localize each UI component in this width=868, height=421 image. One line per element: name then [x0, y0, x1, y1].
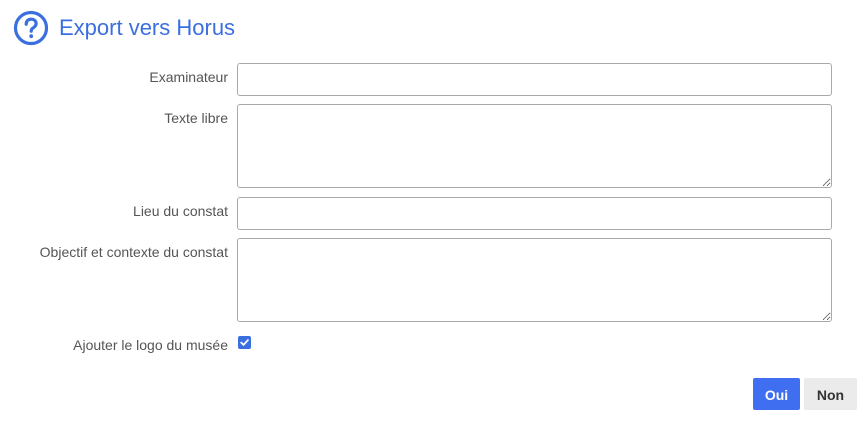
- dialog-title: Export vers Horus: [59, 15, 236, 40]
- examinateur-input[interactable]: [237, 63, 832, 96]
- objectif-contexte-textarea[interactable]: [237, 238, 832, 322]
- texte-libre-label: Texte libre: [164, 110, 228, 126]
- oui-button[interactable]: Oui: [753, 378, 800, 410]
- checkmark-icon: [240, 339, 249, 346]
- objectif-contexte-label: Objectif et contexte du constat: [39, 244, 228, 260]
- dialog-header: Export vers Horus: [13, 10, 235, 46]
- ajouter-logo-label: Ajouter le logo du musée: [73, 337, 228, 353]
- help-circle-icon: [13, 10, 49, 46]
- lieu-du-constat-label: Lieu du constat: [133, 203, 228, 219]
- texte-libre-textarea[interactable]: [237, 104, 832, 188]
- ajouter-logo-checkbox[interactable]: [238, 336, 251, 349]
- non-button[interactable]: Non: [804, 378, 857, 410]
- examinateur-label: Examinateur: [149, 69, 228, 85]
- lieu-du-constat-input[interactable]: [237, 197, 832, 230]
